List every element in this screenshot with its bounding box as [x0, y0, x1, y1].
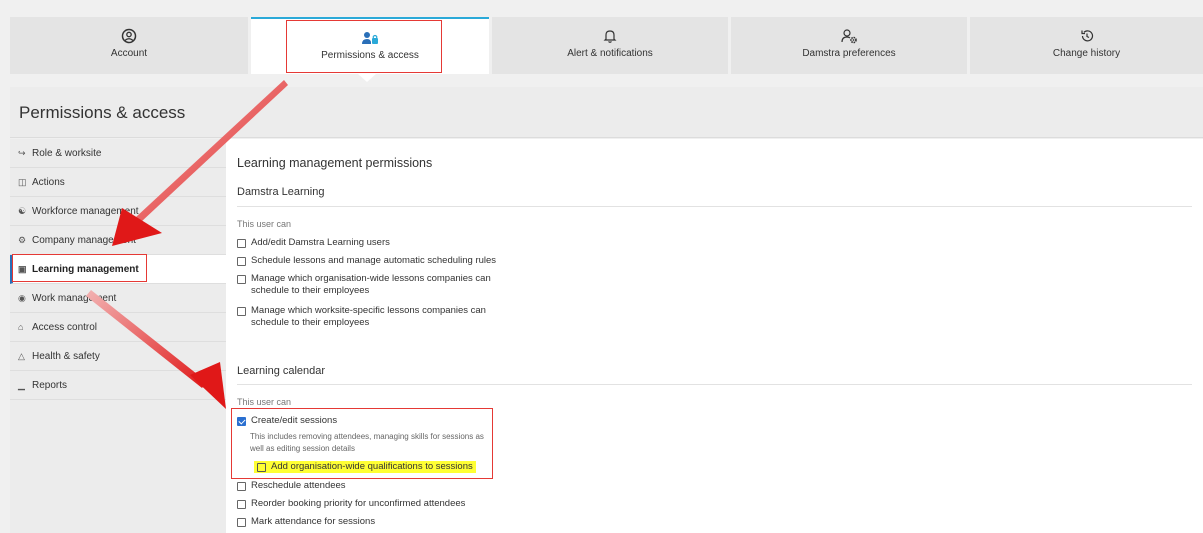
checkbox[interactable] — [237, 306, 246, 316]
sidebar-item-label: Workforce management — [32, 205, 139, 217]
sidebar-item-label: Actions — [32, 176, 65, 188]
permission-label: Mark attendance for sessions — [251, 516, 376, 527]
chart-icon: ▁ — [18, 379, 25, 390]
permission-label-line2: schedule to their employees — [251, 285, 370, 296]
tab-account[interactable]: Account — [10, 17, 248, 74]
section-title-learning-calendar: Learning calendar — [237, 365, 326, 377]
permission-label: Schedule lessons and manage automatic sc… — [251, 255, 497, 266]
permission-schedule-lessons[interactable]: Schedule lessons and manage automatic sc… — [237, 255, 496, 267]
permission-create-edit-sessions[interactable]: Create/edit sessions — [237, 415, 337, 427]
permission-org-wide-lessons[interactable]: Manage which organisation-wide lessons c… — [237, 273, 491, 297]
permission-worksite-lessons[interactable]: Manage which worksite-specific lessons c… — [237, 305, 486, 329]
user-circle-icon — [121, 28, 137, 44]
sidebar-item-role-worksite[interactable]: ↪ Role & worksite — [10, 139, 226, 168]
history-icon — [1080, 30, 1093, 42]
sidebar-item-label: Reports — [32, 379, 68, 391]
tab-label: Damstra preferences — [802, 48, 896, 59]
permission-label: Reorder booking priority for unconfirmed… — [251, 498, 466, 509]
tab-permissions-access[interactable]: Permissions & access — [251, 17, 489, 74]
divider — [237, 384, 1192, 385]
sidebar-item-label: Company management — [32, 234, 136, 246]
caption: This user can — [237, 219, 292, 229]
learning-icon: ▣ — [18, 263, 27, 274]
sidebar-item-label: Work management — [32, 292, 117, 304]
user-lock-icon — [362, 32, 378, 44]
hazard-icon: △ — [18, 350, 25, 361]
divider — [237, 206, 1192, 207]
bell-icon — [603, 30, 617, 43]
permission-label: Manage which worksite-specific lessons c… — [251, 305, 486, 316]
permission-label: Add organisation-wide qualifications to … — [271, 461, 473, 472]
permission-add-edit-learning-users[interactable]: Add/edit Damstra Learning users — [237, 237, 390, 249]
sidebar-item-learning-management[interactable]: ▣ Learning management — [10, 255, 226, 284]
active-tab-pointer — [358, 74, 376, 82]
sidebar-item-label: Role & worksite — [32, 147, 102, 159]
checkbox[interactable] — [237, 499, 246, 509]
clipboard-icon: ◫ — [18, 176, 27, 187]
tab-alert-notifications[interactable]: Alert & notifications — [492, 17, 728, 74]
tab-label: Alert & notifications — [567, 48, 653, 59]
hardhat-icon: ◉ — [18, 292, 26, 303]
description-line: This includes removing attendees, managi… — [250, 432, 484, 441]
permission-label: Add/edit Damstra Learning users — [251, 237, 390, 248]
checkbox[interactable] — [237, 256, 246, 266]
description-line: well as editing session details — [250, 444, 355, 453]
sidebar-item-health-safety[interactable]: △ Health & safety — [10, 342, 226, 371]
sidebar-item-workforce-management[interactable]: ☯ Workforce management — [10, 197, 226, 226]
gate-icon: ⌂ — [18, 322, 24, 332]
sidebar-item-label: Health & safety — [32, 350, 100, 362]
permission-label: Create/edit sessions — [251, 415, 338, 426]
checkbox[interactable] — [237, 274, 246, 284]
section-title-damstra-learning: Damstra Learning — [237, 186, 325, 198]
person-icon: ☯ — [18, 205, 27, 216]
sidebar-item-label: Learning management — [32, 263, 139, 275]
title-bar: Permissions & access — [10, 87, 1203, 138]
permission-reschedule-attendees[interactable]: Reschedule attendees — [237, 480, 346, 492]
permission-label: Reschedule attendees — [251, 480, 346, 491]
checkbox[interactable] — [237, 238, 246, 248]
checkbox[interactable] — [257, 462, 266, 472]
tab-damstra-preferences[interactable]: Damstra preferences — [731, 17, 967, 74]
permission-add-org-wide-qualifications[interactable]: Add organisation-wide qualifications to … — [254, 461, 476, 473]
permission-label: Manage which organisation-wide lessons c… — [251, 273, 491, 284]
tab-change-history[interactable]: Change history — [970, 17, 1203, 74]
sidebar-item-work-management[interactable]: ◉ Work management — [10, 284, 226, 313]
highlight: Add organisation-wide qualifications to … — [254, 461, 476, 473]
top-tab-bar: Account Permissions & access Alert & not… — [10, 17, 1203, 74]
tab-label: Change history — [1052, 48, 1121, 59]
tab-label: Account — [110, 48, 148, 59]
sidebar-item-company-management[interactable]: ⚙ Company management — [10, 226, 226, 255]
checkbox[interactable] — [237, 481, 246, 491]
permission-mark-attendance[interactable]: Mark attendance for sessions — [237, 516, 375, 528]
permission-description: This includes removing attendees, managi… — [250, 431, 484, 455]
checkbox-checked[interactable] — [237, 416, 246, 426]
sidebar-item-label: Access control — [32, 321, 98, 333]
user-gear-icon — [841, 29, 857, 44]
main-panel: Learning management permissions Damstra … — [226, 139, 1203, 533]
sidebar: ↪ Role & worksite ◫ Actions ☯ Workforce … — [10, 139, 226, 533]
permission-reorder-booking-priority[interactable]: Reorder booking priority for unconfirmed… — [237, 498, 465, 510]
sidebar-item-access-control[interactable]: ⌂ Access control — [10, 313, 226, 342]
section-heading: Learning management permissions — [237, 156, 433, 170]
sidebar-item-reports[interactable]: ▁ Reports — [10, 371, 226, 400]
sidebar-item-actions[interactable]: ◫ Actions — [10, 168, 226, 197]
caption: This user can — [237, 397, 292, 407]
checkbox[interactable] — [237, 517, 246, 527]
permission-label-line2: schedule to their employees — [251, 317, 370, 328]
signin-icon: ↪ — [18, 147, 26, 158]
page-title: Permissions & access — [19, 103, 186, 122]
tab-label: Permissions & access — [321, 50, 419, 61]
company-icon: ⚙ — [18, 234, 27, 245]
